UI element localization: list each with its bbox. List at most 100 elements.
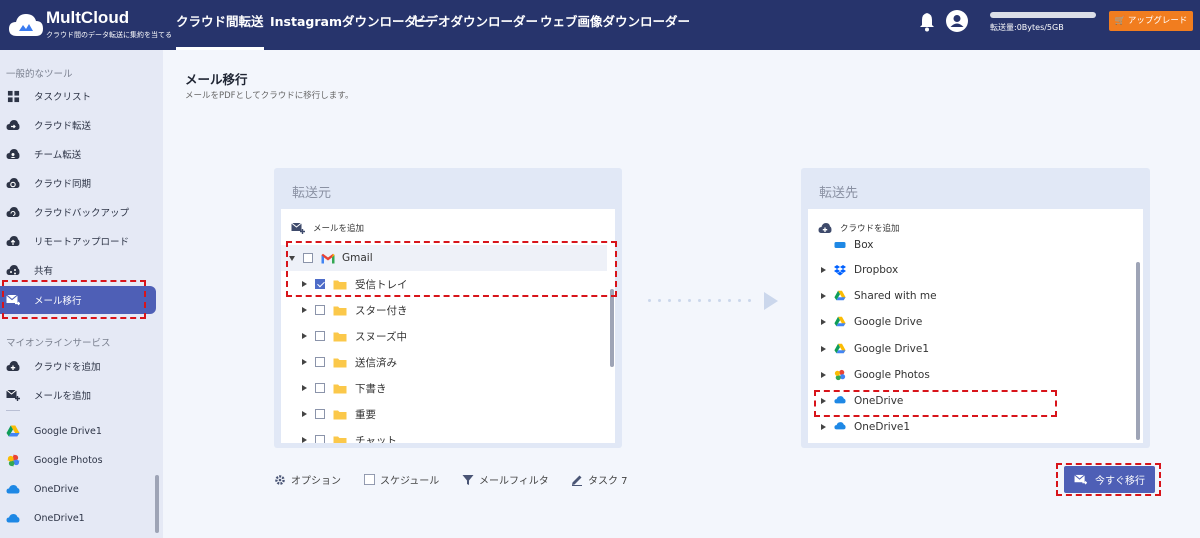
checkbox[interactable] [303,253,313,263]
folder-row-sent[interactable]: 送信済み [302,349,397,375]
folder-icon [333,384,347,393]
checkbox[interactable] [315,383,325,393]
checkbox[interactable] [315,409,325,419]
cloud-row-onedrive[interactable]: OneDrive [821,388,903,414]
gear-icon [274,474,286,486]
expand-arrow-icon[interactable] [821,293,826,299]
source-scrollbar[interactable] [610,289,614,367]
bell-icon[interactable] [918,12,936,32]
expand-arrow-icon[interactable] [821,346,826,352]
gmail-account-row[interactable]: Gmail [281,245,607,271]
expand-arrow-icon[interactable] [821,424,826,430]
cloud-row-google-photos[interactable]: Google Photos [821,362,930,388]
expand-arrow-icon[interactable] [821,319,826,325]
sidebar-item-google-photos[interactable]: Google Photos [0,446,156,474]
sidebar-item-email-migration[interactable]: メール移行 [0,286,156,314]
expand-arrow-icon[interactable] [302,385,307,391]
multcloud-logo[interactable]: MultCloud クラウド間のデータ転送に集約を当てる [8,6,172,44]
destination-tree: クラウドを追加 Box Dropbox Shared with me Googl… [808,209,1143,443]
checkbox[interactable] [315,305,325,315]
sidebar-item-cloud-sync[interactable]: クラウド同期 [0,169,156,197]
sidebar-scrollbar[interactable] [155,475,159,533]
add-cloud-icon [6,359,20,373]
destination-panel: 転送先 クラウドを追加 Box Dropbox Shared with me G… [801,168,1150,448]
email-migration-icon [1074,474,1087,485]
sidebar: 一般的なツール タスクリスト クラウド転送 チーム転送 クラウド同期 クラウドバ… [0,50,163,538]
google-photos-icon [6,453,20,467]
cloud-transfer-icon [6,118,20,132]
cloud-row-shared-with-me[interactable]: Shared with me [821,283,937,309]
cloud-backup-icon [6,205,20,219]
migrate-now-button[interactable]: 今すぐ移行 [1064,466,1155,493]
google-photos-icon [834,369,846,381]
expand-arrow-icon[interactable] [821,398,826,404]
sidebar-item-label: Google Drive1 [34,425,102,437]
checkbox-checked[interactable] [315,279,325,289]
checkbox[interactable] [315,331,325,341]
destination-scrollbar[interactable] [1136,262,1140,440]
folder-row-chat[interactable]: チャット [302,427,397,443]
schedule-button[interactable]: スケジュール [363,472,439,487]
checkbox[interactable] [315,357,325,367]
sidebar-item-onedrive1[interactable]: OneDrive1 [0,504,156,532]
folder-row-starred[interactable]: スター付き [302,297,408,323]
quota-text: 転送量:0Bytes/5GB [990,23,1064,32]
upgrade-label: アップグレード [1127,16,1188,26]
sidebar-section-services: マイオンラインサービス [6,338,111,349]
expand-arrow-icon[interactable] [821,372,826,378]
sidebar-item-share[interactable]: 共有 [0,256,156,284]
expand-arrow-icon[interactable] [302,281,307,287]
expand-arrow-icon[interactable] [302,437,307,443]
cloud-label: OneDrive [854,395,904,407]
cloud-row-google-drive[interactable]: Google Drive [821,309,922,335]
tab-instagram-downloader[interactable]: Instagramダウンローダー [270,0,429,50]
sidebar-item-cloud-transfer[interactable]: クラウド転送 [0,111,156,139]
onedrive-icon [834,421,846,433]
add-email-button[interactable]: メールを追加 [291,222,364,234]
cloud-row-onedrive1[interactable]: OneDrive1 [821,414,910,440]
migrate-now-label: 今すぐ移行 [1095,476,1145,487]
sidebar-item-cloud-backup[interactable]: クラウドバックアップ [0,198,156,226]
folder-icon [333,306,347,315]
task-name-label: タスク 7 [588,476,628,487]
cloud-label: Google Drive [854,316,923,328]
sidebar-item-team-transfer[interactable]: チーム転送 [0,140,156,168]
onedrive-icon [834,395,846,407]
expand-arrow-icon[interactable] [302,307,307,313]
folder-row-snoozed[interactable]: スヌーズ中 [302,323,407,349]
page-title: メール移行 [185,72,248,87]
add-email-icon [6,388,20,402]
tab-video-downloader[interactable]: ビデオダウンローダー [413,0,538,50]
folder-row-inbox[interactable]: 受信トレイ [302,271,408,297]
cloud-row-google-drive1[interactable]: Google Drive1 [821,336,929,362]
expand-arrow-icon[interactable] [302,359,307,365]
tab-web-image-downloader[interactable]: ウェブ画像ダウンローダー [540,0,690,50]
cloud-row-dropbox[interactable]: Dropbox [821,257,898,283]
sidebar-item-add-email[interactable]: メールを追加 [0,381,156,409]
folder-row-drafts[interactable]: 下書き [302,375,387,401]
cart-icon: 🛒 [1114,16,1126,26]
task-name-button[interactable]: タスク 7 [571,472,628,487]
expand-arrow-icon[interactable] [821,267,826,273]
folder-row-important[interactable]: 重要 [302,401,376,427]
expand-arrow-icon[interactable] [289,255,295,261]
options-button[interactable]: オプション [274,472,341,487]
sidebar-item-google-drive1[interactable]: Google Drive1 [0,417,156,445]
expand-arrow-icon[interactable] [302,333,307,339]
sidebar-item-remote-upload[interactable]: リモートアップロード [0,227,156,255]
checkbox[interactable] [315,435,325,443]
tab-cloud-transfer[interactable]: クラウド間転送 [176,0,264,50]
folder-label: 受信トレイ [355,278,408,291]
upgrade-button[interactable]: 🛒 アップグレード [1109,11,1193,31]
email-filter-button[interactable]: メールフィルタ [462,472,549,487]
sidebar-item-add-cloud[interactable]: クラウドを追加 [0,352,156,380]
cloud-row-box[interactable]: Box [821,232,874,258]
sidebar-item-task-list[interactable]: タスクリスト [0,82,156,110]
sidebar-item-onedrive[interactable]: OneDrive [0,475,156,503]
google-drive-icon [834,316,846,328]
sidebar-item-label: Google Photos [34,454,103,466]
sidebar-item-label: クラウド同期 [34,179,92,190]
top-bar: MultCloud クラウド間のデータ転送に集約を当てる クラウド間転送 Ins… [0,0,1200,50]
expand-arrow-icon[interactable] [302,411,307,417]
user-avatar-icon[interactable] [946,10,968,32]
